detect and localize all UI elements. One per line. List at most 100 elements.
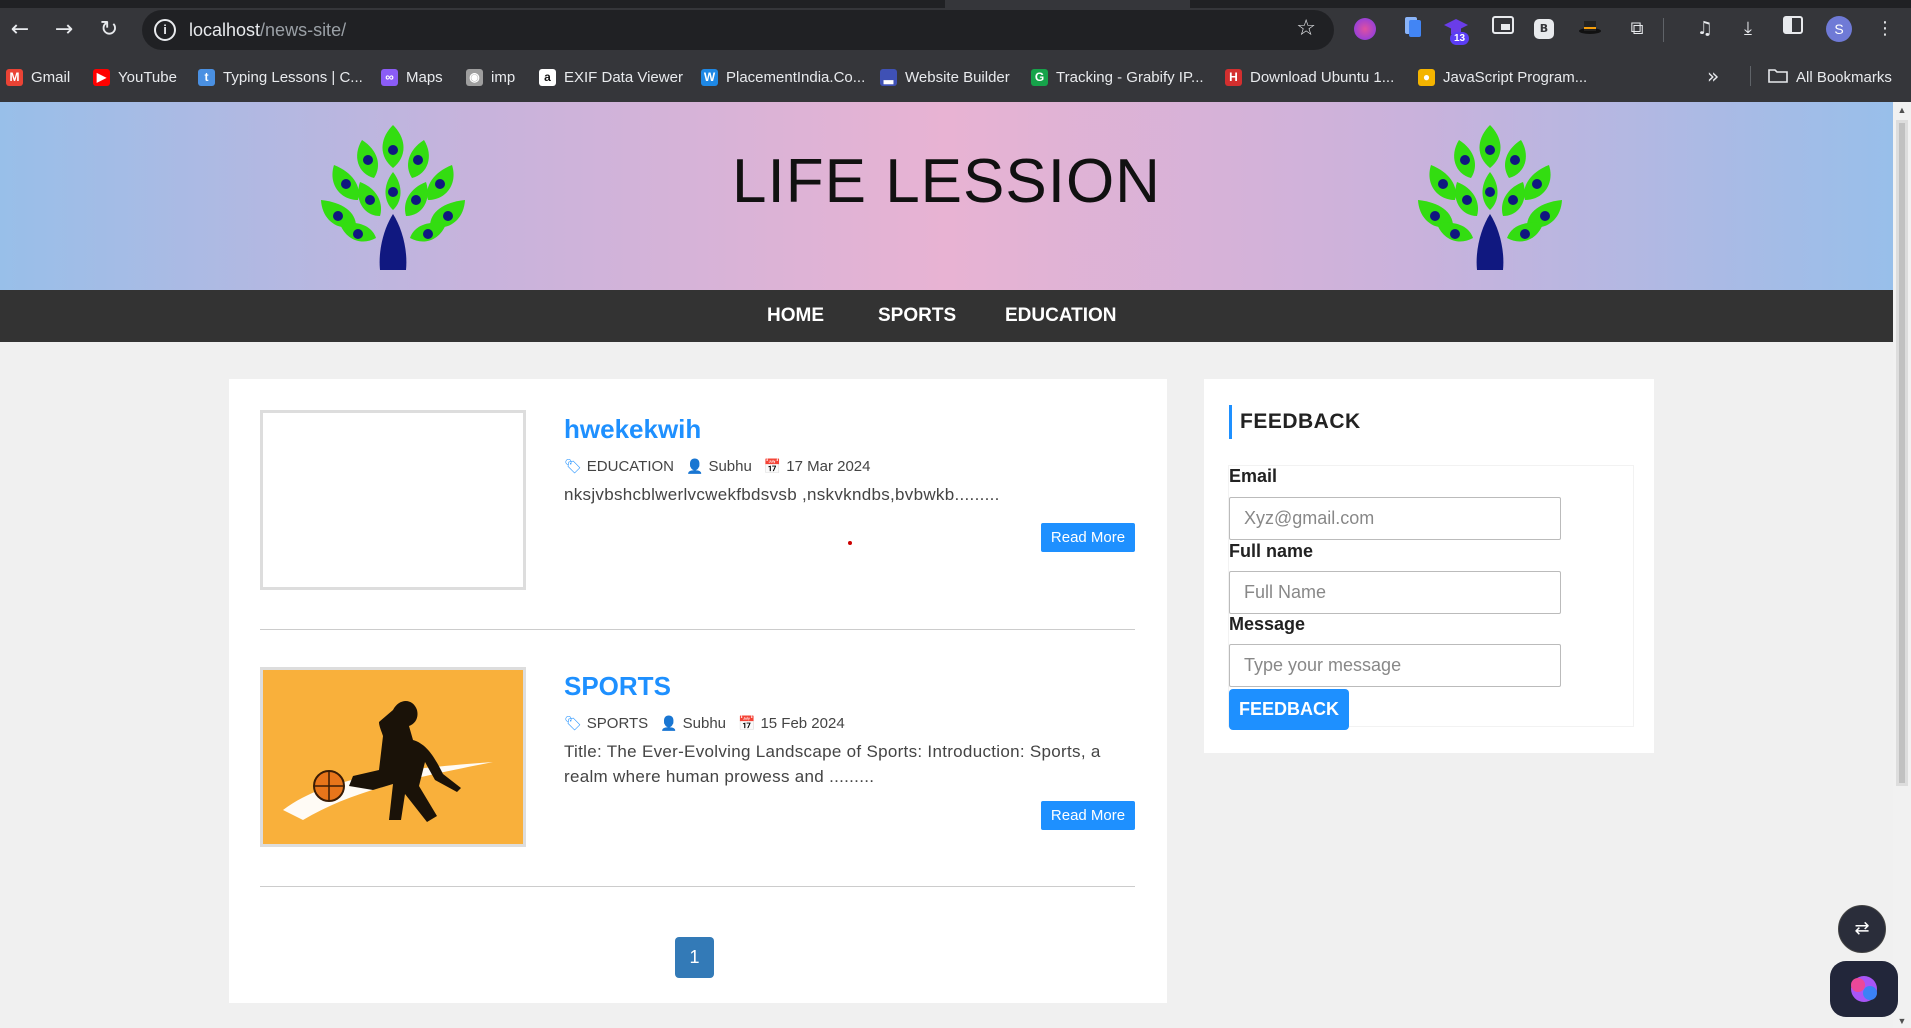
h-icon: H [1225,68,1242,86]
post-date: 📅 15 Feb 2024 [738,715,845,732]
basketball-player-image [263,670,523,844]
bookmark-item[interactable]: M Gmail [6,66,70,88]
grabify-icon: G [1031,68,1048,86]
bookmarks-overflow-icon[interactable]: » [1707,64,1719,88]
hat-extension-icon[interactable] [1577,16,1603,42]
bookmark-star-icon[interactable]: ☆ [1296,16,1316,41]
full-name-label: Full name [1229,541,1314,561]
youtube-icon: ▶ [93,68,110,86]
typing-icon: t [198,68,215,86]
bookmark-label: Website Builder [905,68,1010,86]
menu-home[interactable]: HOME [767,305,824,327]
message-field[interactable] [1229,644,1561,687]
menu-sports[interactable]: SPORTS [878,305,956,327]
feedback-sidebar: FEEDBACK Email Full name Message FEEDBAC… [1204,379,1654,753]
url-text[interactable]: localhost/news-site/ [189,20,346,41]
post-category-label: SPORTS [586,715,649,732]
address-bar[interactable]: i localhost/news-site/ ☆ [142,10,1334,50]
page-scrollbar[interactable]: ▲ ▼ [1893,102,1911,1028]
cursor-dot [848,541,852,545]
post-meta: 🏷 SPORTS 👤 Subhu 📅 15 Feb 2024 [564,715,845,732]
post-card: hwekekwih 🏷 EDUCATION 👤 Subhu 📅 17 Mar 2024… [260,410,1135,630]
brain-assistant-button[interactable] [1830,961,1898,1017]
bookmark-label: Gmail [31,68,71,86]
download-icon[interactable]: ⤓ [1735,16,1761,42]
bookmark-label: Typing Lessons | C... [223,68,363,86]
bookmark-label: JavaScript Program... [1443,68,1588,86]
bookmark-item[interactable]: ● JavaScript Program... [1418,66,1587,88]
post-author-label: Subhu [708,458,752,475]
post-author[interactable]: 👤 Subhu [686,458,752,475]
pip-shape [1492,16,1514,34]
tags-icon: 🏷 [564,715,582,732]
reload-icon[interactable]: ↻ [93,14,125,46]
post-author[interactable]: 👤 Subhu [660,715,726,732]
scrollbar-thumb[interactable] [1896,120,1908,786]
folder-shape [1768,69,1788,83]
site-info-icon[interactable]: i [154,19,176,41]
post-thumbnail-empty[interactable] [260,410,526,590]
post-title[interactable]: SPORTS [564,671,671,702]
disc-icon: ◉ [466,68,483,86]
bookmarks-divider [1750,66,1751,86]
post-title[interactable]: hwekekwih [564,414,701,445]
feedback-form: Email Full name Message FEEDBACK [1228,465,1634,730]
post-date: 📅 17 Mar 2024 [764,458,871,475]
extensions-puzzle-icon[interactable]: ⧉ [1624,16,1650,42]
read-more-button[interactable]: Read More [1041,801,1135,830]
translate-icon[interactable]: ⇄ [1838,905,1886,953]
post-thumbnail[interactable] [260,667,526,847]
scroll-down-icon[interactable]: ▼ [1896,1016,1908,1026]
bookmark-item[interactable]: ▂ Website Builder [880,66,1010,88]
scroll-up-icon[interactable]: ▲ [1896,105,1908,115]
bold-b-extension-icon[interactable]: B [1534,19,1554,39]
tags-icon: 🏷 [564,458,582,475]
side-panel-icon[interactable] [1780,16,1806,42]
hat-shape [1579,21,1601,34]
user-icon: 👤 [660,715,678,732]
gmail-icon: M [6,68,23,86]
bookmark-item[interactable]: G Tracking - Grabify IP... [1031,66,1204,88]
bookmark-item[interactable]: H Download Ubuntu 1... [1225,66,1394,88]
bookmark-item[interactable]: ◉ imp [466,66,515,88]
post-category[interactable]: 🏷 SPORTS [564,715,648,732]
bookmark-item[interactable]: ∞ Maps [381,66,443,88]
email-field[interactable] [1229,497,1561,540]
brain-extension-icon[interactable] [1354,18,1376,40]
profile-avatar[interactable]: S [1826,16,1852,42]
back-icon[interactable]: ← [4,14,36,46]
all-bookmarks-label: All Bookmarks [1796,68,1892,86]
bookmark-item[interactable]: W PlacementIndia.Co... [701,66,865,88]
bookmark-item[interactable]: t Typing Lessons | C... [198,66,363,88]
site-banner: LIFE LESSION [0,102,1893,290]
tab-strip [0,0,1911,8]
post-category[interactable]: 🏷 EDUCATION [564,458,674,475]
feedback-heading: FEEDBACK [1229,405,1361,439]
read-more-button[interactable]: Read More [1041,523,1135,552]
post-date-label: 17 Mar 2024 [786,458,871,475]
feedback-submit-button[interactable]: FEEDBACK [1229,689,1349,730]
picture-in-picture-icon[interactable] [1490,16,1516,42]
all-bookmarks-button[interactable]: All Bookmarks [1768,66,1892,88]
media-control-icon[interactable]: ♫ [1692,16,1718,42]
menu-education[interactable]: EDUCATION [1005,305,1117,327]
more-menu-icon[interactable]: ⋮ [1872,16,1898,42]
pagination-page-1[interactable]: 1 [675,937,714,978]
message-label: Message [1229,614,1306,634]
email-label: Email [1229,466,1278,486]
bookmark-item[interactable]: ▶ YouTube [93,66,177,88]
bookmark-label: Tracking - Grabify IP... [1056,68,1204,86]
side-panel-shape [1783,16,1803,34]
post-excerpt: nksjvbshcblwerlvcwekfbdsvsb ,nskvkndbs,b… [564,485,1000,504]
forward-icon[interactable]: → [48,14,80,46]
full-name-field[interactable] [1229,571,1561,614]
calendar-icon: 📅 [763,458,782,475]
maps-icon: ∞ [381,68,398,86]
url-path: /news-site/ [260,20,347,40]
builder-icon: ▂ [880,68,897,86]
bookmark-item[interactable]: a EXIF Data Viewer [539,66,683,88]
active-tab-edge[interactable] [945,0,1190,8]
docs-extension-icon[interactable] [1400,16,1426,42]
site-title: LIFE LESSION [732,147,1161,216]
docs-extension-shape [1405,17,1421,37]
